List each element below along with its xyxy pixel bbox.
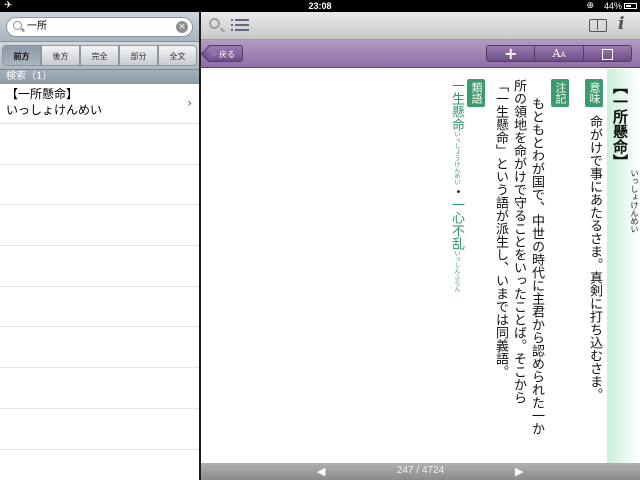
- font-size-small-label: A: [560, 51, 566, 59]
- search-icon[interactable]: [209, 18, 220, 29]
- search-mode-control: 前方 後方 完全 部分 全文: [0, 42, 199, 70]
- synonym-tag: 類語: [467, 79, 485, 107]
- mode-fulltext-button[interactable]: 全文: [158, 45, 197, 66]
- entry-toolbar: 戻る + AA: [201, 40, 640, 68]
- synonym-separator: ・: [449, 185, 464, 198]
- empty-row: [0, 287, 199, 328]
- add-bookmark-button[interactable]: +: [487, 46, 535, 61]
- note-line-1-column: もともとわが国で、中世の時代に主君から認められた一か: [527, 97, 546, 435]
- note-line-1: もともとわが国で、中世の時代に主君から認められた一か: [529, 97, 544, 435]
- search-pane: 一所 × 前方 後方 完全 部分 全文 検索（1） 【一所懸命】 いっしょけんめ…: [0, 12, 199, 480]
- mode-prefix-button[interactable]: 前方: [2, 45, 41, 66]
- book-icon[interactable]: [589, 19, 607, 32]
- empty-row: [0, 205, 199, 247]
- back-button[interactable]: 戻る: [207, 45, 243, 62]
- pager-bar: ◀ 247 / 4724 ▶: [201, 463, 640, 480]
- meaning-text: 命がけで事にあたるさま。真剣に打ち込むさま。: [587, 115, 602, 402]
- empty-row: [0, 246, 199, 287]
- top-nav-bar: i: [201, 12, 640, 40]
- current-page: 247: [396, 465, 414, 476]
- search-icon: [13, 21, 22, 30]
- note-line-3: 「一生懸命」という語が派生し、いまでは同義語。: [493, 79, 508, 378]
- chevron-right-icon: ›: [187, 96, 192, 110]
- synonym-reading: いっしんふらん: [453, 250, 460, 292]
- status-bar: ✈ 23:08 ⊕ 44%: [0, 0, 640, 12]
- meaning-column: 意味 命がけで事にあたるさま。真剣に打ち込むさま。: [585, 79, 604, 401]
- synonym-reading: いっしょうけんめい: [453, 131, 460, 185]
- zoom-icon: [601, 49, 613, 60]
- note-line-2: 所の領地を命がけで守ることをいったことば。そこから: [511, 79, 526, 404]
- next-page-button[interactable]: ▶: [515, 465, 523, 478]
- rotation-lock-icon: ⊕: [586, 1, 594, 11]
- empty-row: [0, 165, 199, 206]
- entry-tools: + AA: [486, 45, 632, 62]
- empty-row: [0, 124, 199, 165]
- empty-row: [0, 368, 199, 409]
- meaning-tag: 意味: [585, 79, 603, 107]
- empty-row: [0, 409, 199, 450]
- battery-icon: [624, 3, 637, 9]
- font-size-button[interactable]: AA: [534, 46, 583, 61]
- result-headword: 【一所懸命】: [6, 87, 79, 101]
- synonym-column: 一生懸命いっしょうけんめい・一心不乱いっしんふらん: [447, 79, 466, 292]
- search-bar: 一所 ×: [0, 12, 199, 42]
- synonym-link[interactable]: 一生懸命: [449, 79, 464, 131]
- entry-pane: i 戻る + AA 【一所懸命】 いっしょけんめい 意味 命がけで事にあたるさま…: [201, 12, 640, 480]
- page-separator: /: [416, 465, 420, 476]
- list-icon[interactable]: [231, 19, 249, 32]
- empty-row: [0, 327, 199, 369]
- result-item[interactable]: 【一所懸命】 いっしょけんめい ›: [0, 84, 199, 124]
- clear-search-icon[interactable]: ×: [176, 21, 188, 33]
- result-reading: いっしょけんめい: [6, 103, 103, 117]
- note-tag: 注記: [551, 79, 569, 107]
- mode-partial-button[interactable]: 部分: [119, 45, 158, 66]
- search-input[interactable]: 一所 ×: [6, 17, 193, 37]
- status-time: 23:08: [308, 1, 332, 11]
- synonym-tag-column: 類語: [467, 79, 486, 110]
- note-line-3-column: 「一生懸命」という語が派生し、いまでは同義語。: [491, 79, 510, 378]
- note-line-2-column: 所の領地を命がけで守ることをいったことば。そこから: [509, 79, 528, 404]
- info-icon[interactable]: i: [618, 14, 624, 34]
- mode-suffix-button[interactable]: 後方: [41, 45, 80, 66]
- zoom-button[interactable]: [582, 46, 631, 61]
- entry-content: 【一所懸命】 いっしょけんめい 意味 命がけで事にあたるさま。真剣に打ち込むさま…: [201, 69, 640, 463]
- mode-exact-button[interactable]: 完全: [80, 45, 119, 66]
- total-pages: 4724: [421, 465, 445, 476]
- note-tag-column: 注記: [551, 79, 570, 110]
- search-input-value: 一所: [27, 21, 47, 32]
- results-header: 検索（1）: [0, 70, 199, 84]
- synonym-link[interactable]: 一心不乱: [449, 198, 464, 250]
- entry-headword: 【一所懸命】: [611, 79, 629, 169]
- page-indicator: 247 / 4724: [201, 465, 640, 476]
- entry-reading: いっしょけんめい: [630, 169, 639, 233]
- battery-percent: 44%: [603, 1, 622, 11]
